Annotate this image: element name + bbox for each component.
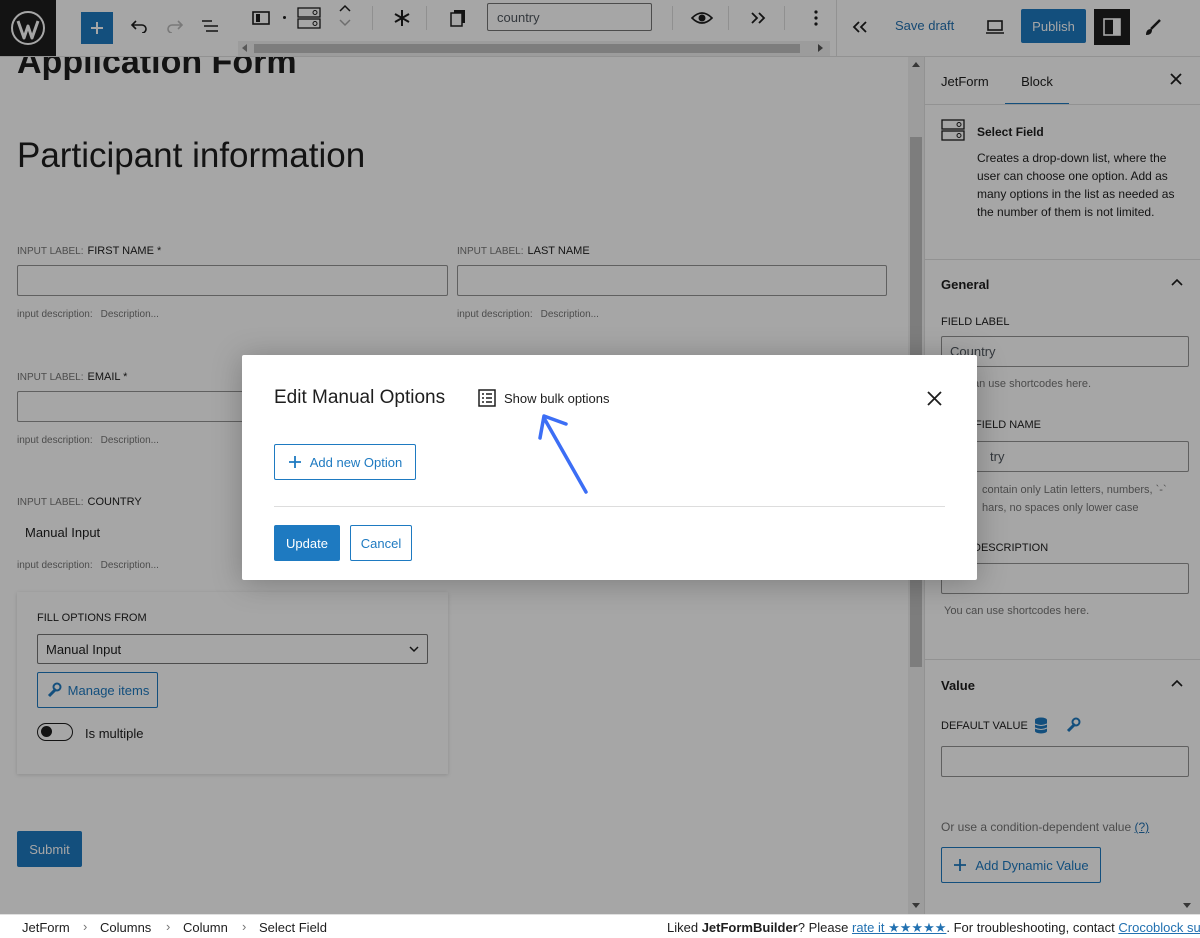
close-icon[interactable] xyxy=(927,391,942,406)
add-new-option-label: Add new Option xyxy=(309,454,403,470)
footer-promo: Liked JetFormBuilder? Please rate it ★★★… xyxy=(667,920,1200,936)
show-bulk-options-label: Show bulk options xyxy=(504,390,610,406)
annotation-arrow-icon xyxy=(536,412,596,496)
rate-link[interactable]: rate it ★★★★★ xyxy=(852,920,946,935)
add-new-option-button[interactable]: Add new Option xyxy=(274,444,416,480)
plus-icon xyxy=(288,455,302,469)
show-bulk-options-button[interactable]: Show bulk options xyxy=(478,389,610,407)
breadcrumb-item-select-field[interactable]: Select Field xyxy=(259,920,327,935)
support-link[interactable]: Crocoblock supp xyxy=(1118,920,1200,935)
edit-manual-options-modal: Edit Manual Options Show bulk options Ad… xyxy=(242,355,977,580)
chevron-right-icon: › xyxy=(166,919,171,934)
breadcrumb-item-column[interactable]: Column xyxy=(183,920,228,935)
breadcrumb-item-jetform[interactable]: JetForm xyxy=(22,920,70,935)
modal-title: Edit Manual Options xyxy=(274,387,446,408)
breadcrumb: JetForm › Columns › Column › Select Fiel… xyxy=(0,914,1200,938)
modal-overlay[interactable] xyxy=(0,0,1200,57)
chevron-right-icon: › xyxy=(242,919,247,934)
update-button[interactable]: Update xyxy=(274,525,340,561)
breadcrumb-item-columns[interactable]: Columns xyxy=(100,920,151,935)
list-icon xyxy=(478,389,496,407)
modal-divider xyxy=(274,506,945,507)
chevron-right-icon: › xyxy=(83,919,88,934)
cancel-button[interactable]: Cancel xyxy=(350,525,412,561)
